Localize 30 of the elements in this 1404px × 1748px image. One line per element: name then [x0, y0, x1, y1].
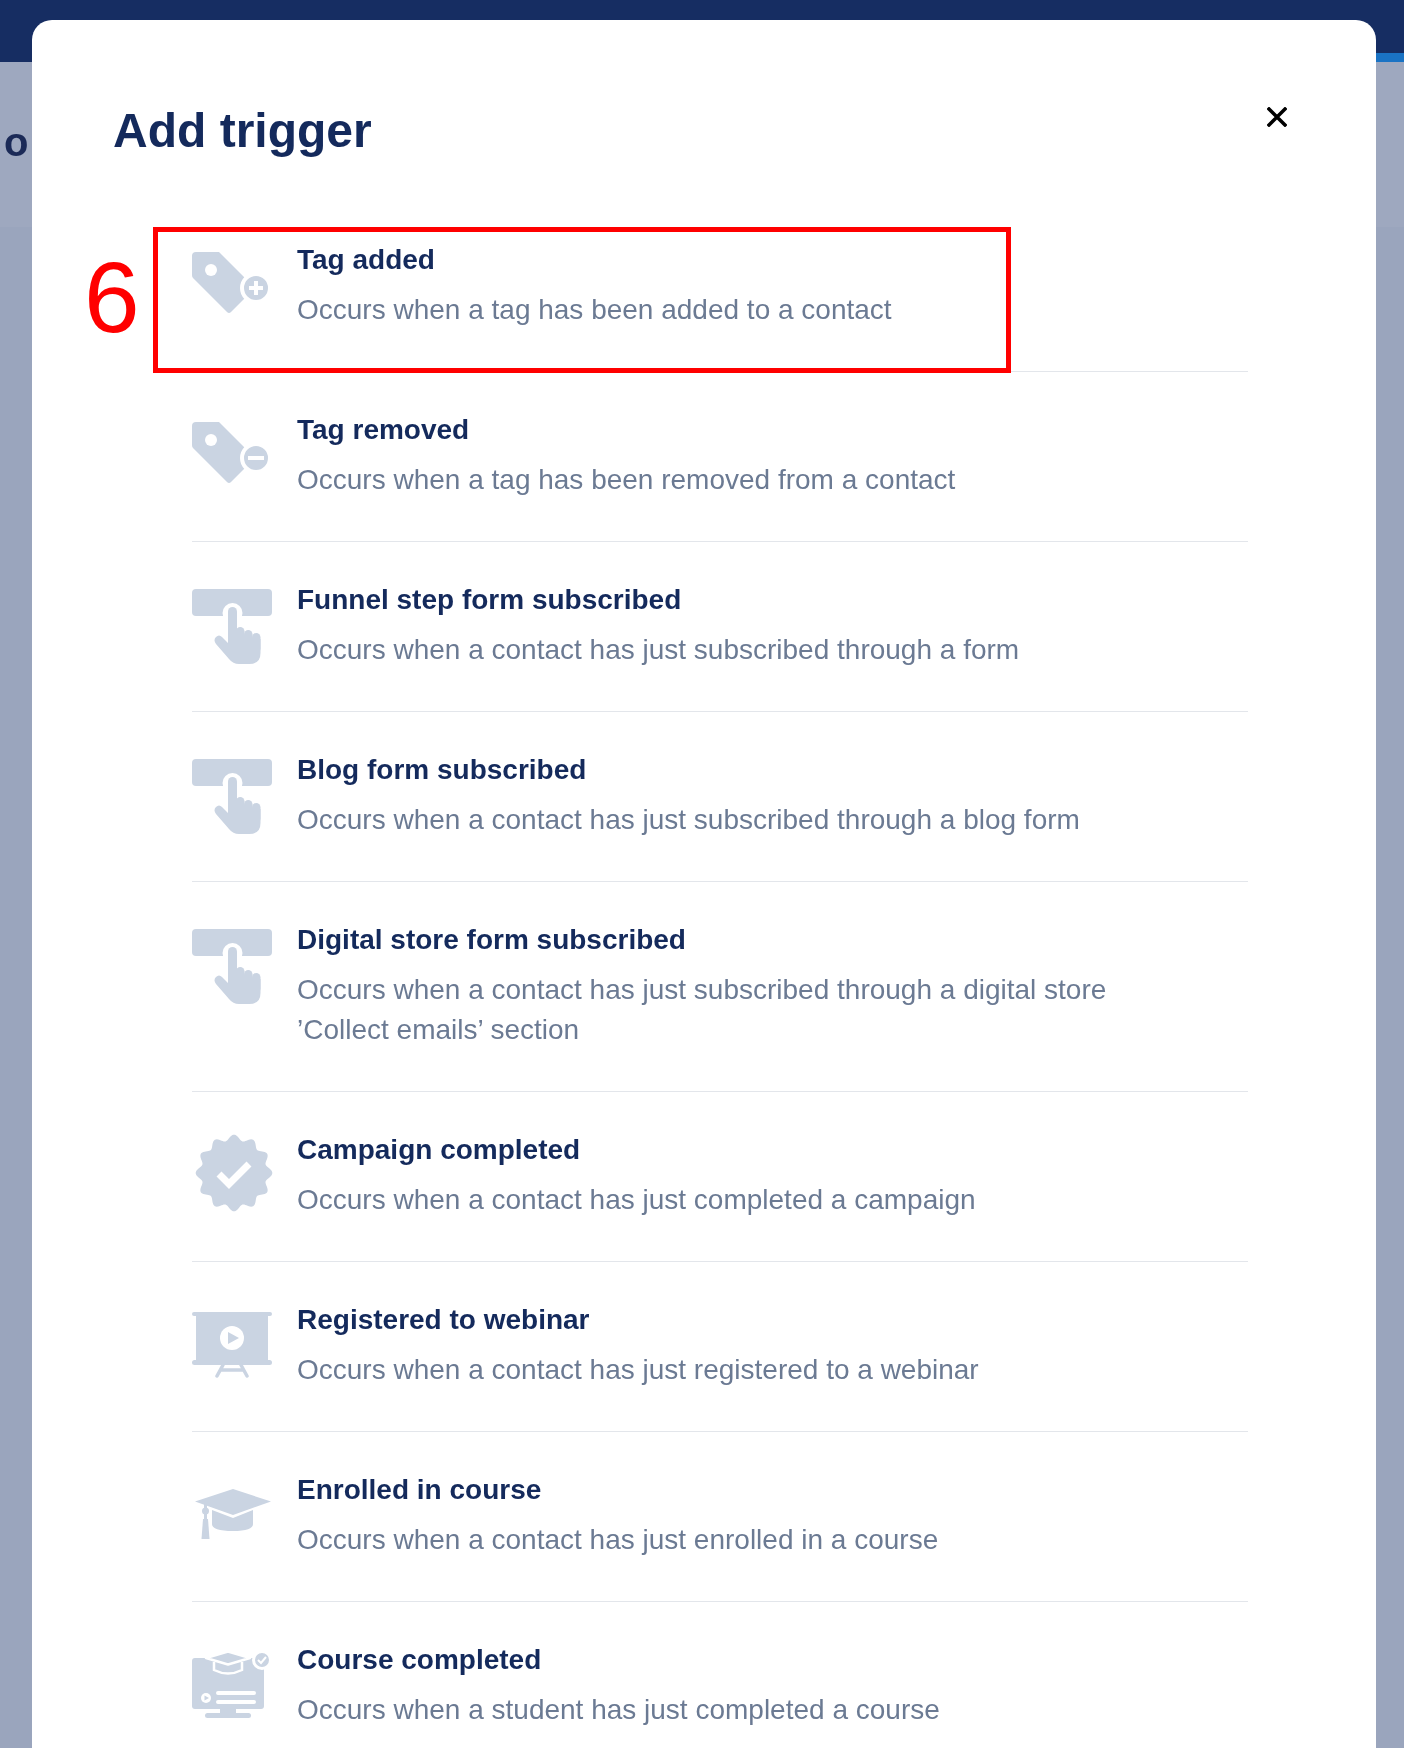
- trigger-description: Occurs when a tag has been removed from a contact: [297, 463, 956, 497]
- trigger-title[interactable]: Course completed: [297, 1640, 542, 1680]
- graduation-cap-icon: [195, 1489, 271, 1539]
- trigger-description: Occurs when a contact has just registered to a webinar: [297, 1353, 979, 1387]
- presentation-board-icon: [192, 1312, 272, 1378]
- accent-strip: [1376, 53, 1404, 62]
- hand-click-icon: [192, 759, 272, 835]
- hand-click-icon: [192, 929, 272, 1005]
- hand-click-icon: [192, 589, 272, 665]
- heading-fragment: o: [4, 122, 29, 162]
- trigger-title[interactable]: Tag removed: [297, 410, 470, 450]
- trigger-title[interactable]: Registered to webinar: [297, 1300, 590, 1340]
- trigger-description: Occurs when a contact has just completed a campaign: [297, 1183, 976, 1217]
- trigger-title[interactable]: Campaign completed: [297, 1130, 581, 1170]
- annotation-number: 6: [84, 247, 140, 347]
- monitor-cap-check-icon: [192, 1650, 272, 1718]
- trigger-title[interactable]: Digital store form subscribed: [297, 920, 686, 960]
- trigger-description: Occurs when a contact has just enrolled in a course: [297, 1523, 939, 1557]
- trigger-title[interactable]: Enrolled in course: [297, 1470, 542, 1510]
- close-icon: [1267, 107, 1287, 127]
- dialog-title: Add trigger: [113, 103, 372, 159]
- trigger-description: Occurs when a contact has just subscribed through a form: [297, 633, 1020, 667]
- trigger-description: Occurs when a tag has been added to a contact: [297, 293, 892, 327]
- trigger-description: Occurs when a contact has just subscribed through a digital store ’Collect emails’ section: [297, 973, 1108, 1047]
- trigger-title[interactable]: Tag added: [297, 240, 435, 280]
- trigger-title[interactable]: Funnel step form subscribed: [297, 580, 682, 620]
- badge-check-icon: [195, 1134, 273, 1212]
- trigger-description: Occurs when a student has just completed a course: [297, 1693, 940, 1727]
- trigger-title[interactable]: Blog form subscribed: [297, 750, 587, 790]
- trigger-description: Occurs when a contact has just subscribed through a blog form: [297, 803, 1080, 837]
